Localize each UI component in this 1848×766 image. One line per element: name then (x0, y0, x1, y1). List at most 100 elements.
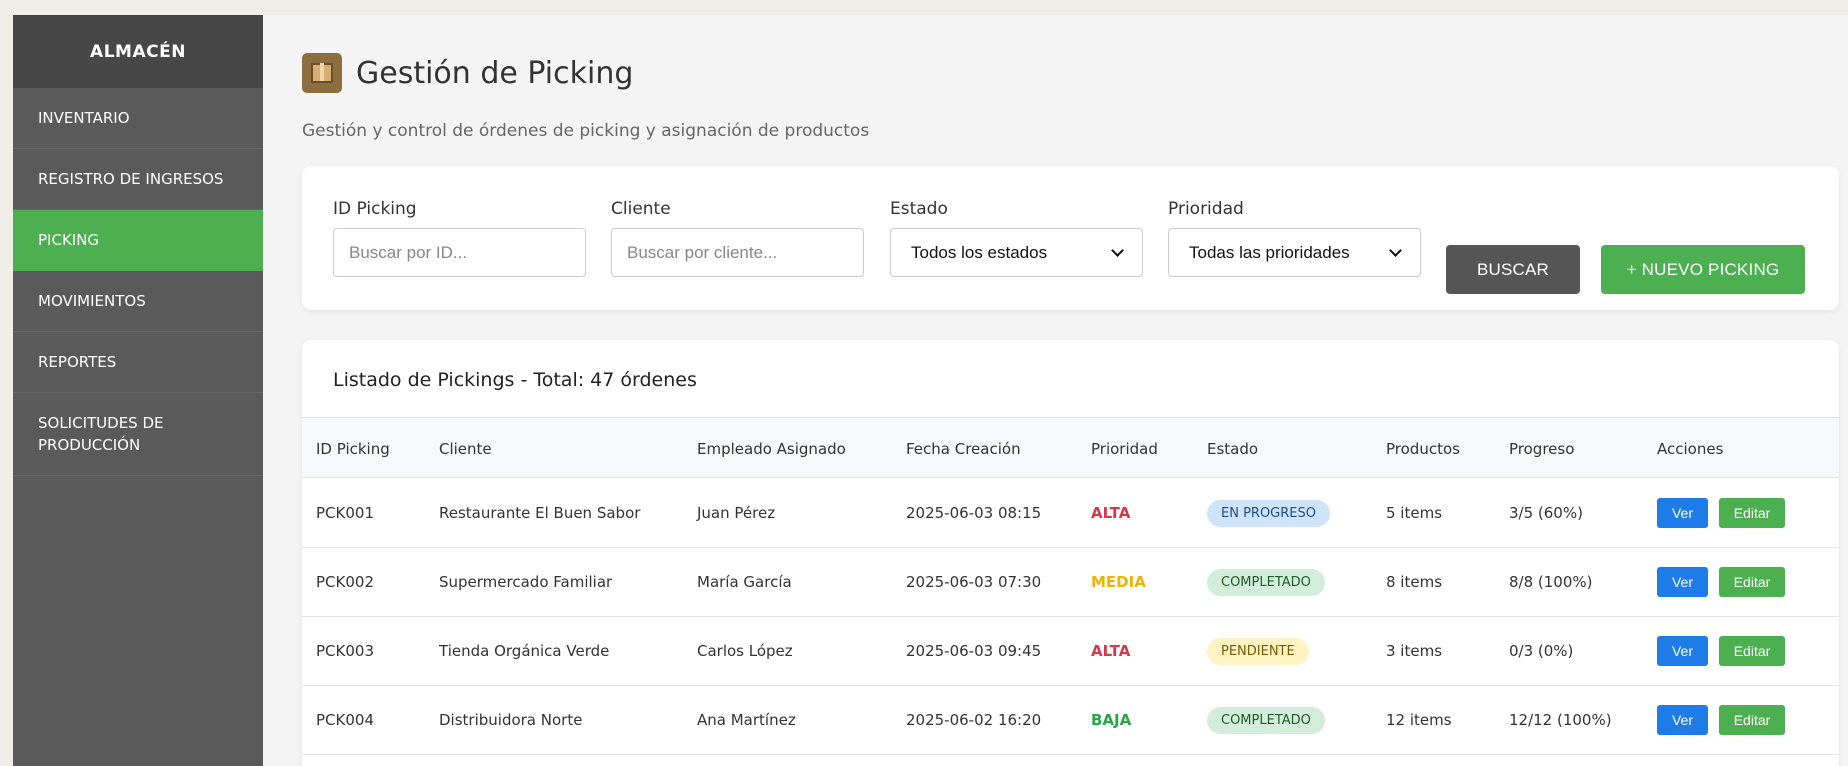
column-header-productos: Productos (1386, 439, 1460, 458)
table-row: PCK002 Supermercado Familiar María García 2… (302, 548, 1839, 617)
main-content: Gestión de Picking Gestión y control de … (263, 15, 1848, 766)
cell-actions: Ver Editar (1657, 479, 1785, 547)
status-badge: EN PROGRESO (1207, 499, 1330, 527)
table-row: PCK004 Distribuidora Norte Ana Martínez 202… (302, 686, 1839, 755)
cell-progress: 3/5 (60%) (1509, 479, 1583, 547)
priority-label: ALTA (1091, 504, 1131, 522)
column-header-prioridad: Prioridad (1091, 439, 1158, 458)
cell-date-text: 2025-06-02 16:20 (906, 711, 1042, 729)
edit-button[interactable]: Editar (1719, 636, 1785, 666)
edit-button[interactable]: Editar (1719, 567, 1785, 597)
cell-employee-text: María García (697, 573, 792, 591)
cell-client-text: Supermercado Familiar (439, 573, 613, 591)
status-select[interactable]: Todos los estados (890, 228, 1143, 277)
cell-client: Restaurante El Buen Sabor (439, 479, 640, 547)
cell-employee: Juan Pérez (697, 479, 775, 547)
cell-client: Distribuidora Norte (439, 686, 582, 754)
priority-label: MEDIA (1091, 573, 1146, 591)
page-header: Gestión de Picking (302, 53, 633, 93)
cell-progress-text: 3/5 (60%) (1509, 504, 1583, 522)
cell-employee: María García (697, 548, 792, 616)
view-button[interactable]: Ver (1657, 705, 1708, 735)
sidebar-item-inventario[interactable]: INVENTARIO (13, 88, 263, 149)
cell-priority: BAJA (1091, 686, 1131, 754)
id-filter-label: ID Picking (333, 199, 417, 219)
package-icon (302, 53, 342, 93)
column-header-estado: Estado (1207, 439, 1259, 458)
table-row: PCK001 Restaurante El Buen Sabor Juan Pére… (302, 479, 1839, 548)
cell-id: PCK002 (316, 548, 374, 616)
cell-products-text: 5 items (1386, 504, 1443, 522)
search-button[interactable]: BUSCAR (1446, 245, 1580, 294)
chevron-down-icon (1389, 243, 1402, 257)
cell-products-text: 8 items (1386, 573, 1443, 591)
sidebar-item-solicitudes-de-produccion[interactable]: SOLICITUDES DE PRODUCCIÓN (13, 393, 263, 476)
cell-progress-text: 8/8 (100%) (1509, 573, 1593, 591)
cell-client-text: Restaurante El Buen Sabor (439, 504, 641, 522)
cell-priority: ALTA (1091, 617, 1130, 685)
cell-employee-text: Juan Pérez (697, 504, 776, 522)
sidebar: ALMACÉN INVENTARIO REGISTRO DE INGRESOS … (13, 15, 263, 766)
cell-id-text: PCK004 (316, 711, 374, 729)
status-filter-label: Estado (890, 199, 948, 219)
cell-status: COMPLETADO (1207, 686, 1325, 754)
cell-id: PCK001 (316, 479, 374, 547)
table-title: Listado de Pickings - Total: 47 órdenes (333, 369, 697, 391)
cell-employee-text: Ana Martínez (697, 711, 796, 729)
cell-status: PENDIENTE (1207, 617, 1309, 685)
cell-client: Supermercado Familiar (439, 548, 612, 616)
cell-date: 2025-06-03 07:30 (906, 548, 1041, 616)
cell-date-text: 2025-06-03 09:45 (906, 642, 1042, 660)
cell-client-text: Tienda Orgánica Verde (439, 642, 610, 660)
view-button[interactable]: Ver (1657, 636, 1708, 666)
cell-id-text: PCK003 (316, 642, 374, 660)
cell-progress: 8/8 (100%) (1509, 548, 1593, 616)
column-header-cliente: Cliente (439, 439, 492, 458)
cell-employee: Carlos López (697, 617, 793, 685)
sidebar-item-picking[interactable]: PICKING (13, 210, 263, 271)
priority-label: BAJA (1091, 711, 1132, 729)
cell-employee: Ana Martínez (697, 686, 796, 754)
column-header-empleado: Empleado Asignado (697, 439, 846, 458)
cell-status: EN PROGRESO (1207, 479, 1330, 547)
column-header-acciones: Acciones (1657, 439, 1724, 458)
cell-actions: Ver Editar (1657, 686, 1785, 754)
cell-id-text: PCK001 (316, 504, 374, 522)
client-search-input[interactable] (611, 228, 864, 277)
sidebar-item-movimientos[interactable]: MOVIMIENTOS (13, 271, 263, 332)
table-row: PCK003 Tienda Orgánica Verde Carlos López 2… (302, 617, 1839, 686)
pickings-table-panel: Listado de Pickings - Total: 47 órdenes … (302, 340, 1839, 766)
sidebar-item-registro-de-ingresos[interactable]: REGISTRO DE INGRESOS (13, 149, 263, 210)
view-button[interactable]: Ver (1657, 567, 1708, 597)
status-badge: COMPLETADO (1207, 706, 1325, 734)
cell-actions: Ver Editar (1657, 617, 1785, 685)
edit-button[interactable]: Editar (1719, 498, 1785, 528)
new-picking-button[interactable]: + NUEVO PICKING (1601, 245, 1805, 294)
page-title: Gestión de Picking (356, 55, 634, 91)
cell-date-text: 2025-06-03 07:30 (906, 573, 1042, 591)
sidebar-item-reportes[interactable]: REPORTES (13, 332, 263, 393)
column-header-fecha: Fecha Creación (906, 439, 1021, 458)
priority-select[interactable]: Todas las prioridades (1168, 228, 1421, 277)
page-subtitle: Gestión y control de órdenes de picking … (302, 121, 870, 141)
cell-date: 2025-06-03 08:15 (906, 479, 1041, 547)
id-filter-group: ID Picking (333, 199, 586, 277)
cell-priority: ALTA (1091, 479, 1130, 547)
cell-products: 3 items (1386, 617, 1442, 685)
id-search-input[interactable] (333, 228, 586, 277)
chevron-down-icon (1111, 243, 1124, 257)
status-badge: PENDIENTE (1207, 637, 1309, 665)
status-badge: COMPLETADO (1207, 568, 1325, 596)
cell-date-text: 2025-06-03 08:15 (906, 504, 1042, 522)
cell-progress-text: 0/3 (0%) (1509, 642, 1574, 660)
status-select-value: Todos los estados (911, 242, 1048, 262)
priority-filter-label: Prioridad (1168, 199, 1244, 219)
edit-button[interactable]: Editar (1719, 705, 1785, 735)
status-filter-group: Estado Todos los estados (890, 199, 1143, 277)
view-button[interactable]: Ver (1657, 498, 1708, 528)
cell-priority: MEDIA (1091, 548, 1146, 616)
sidebar-brand: ALMACÉN (13, 15, 263, 88)
client-filter-group: Cliente (611, 199, 864, 277)
priority-filter-group: Prioridad Todas las prioridades (1168, 199, 1421, 277)
client-filter-label: Cliente (611, 199, 671, 219)
